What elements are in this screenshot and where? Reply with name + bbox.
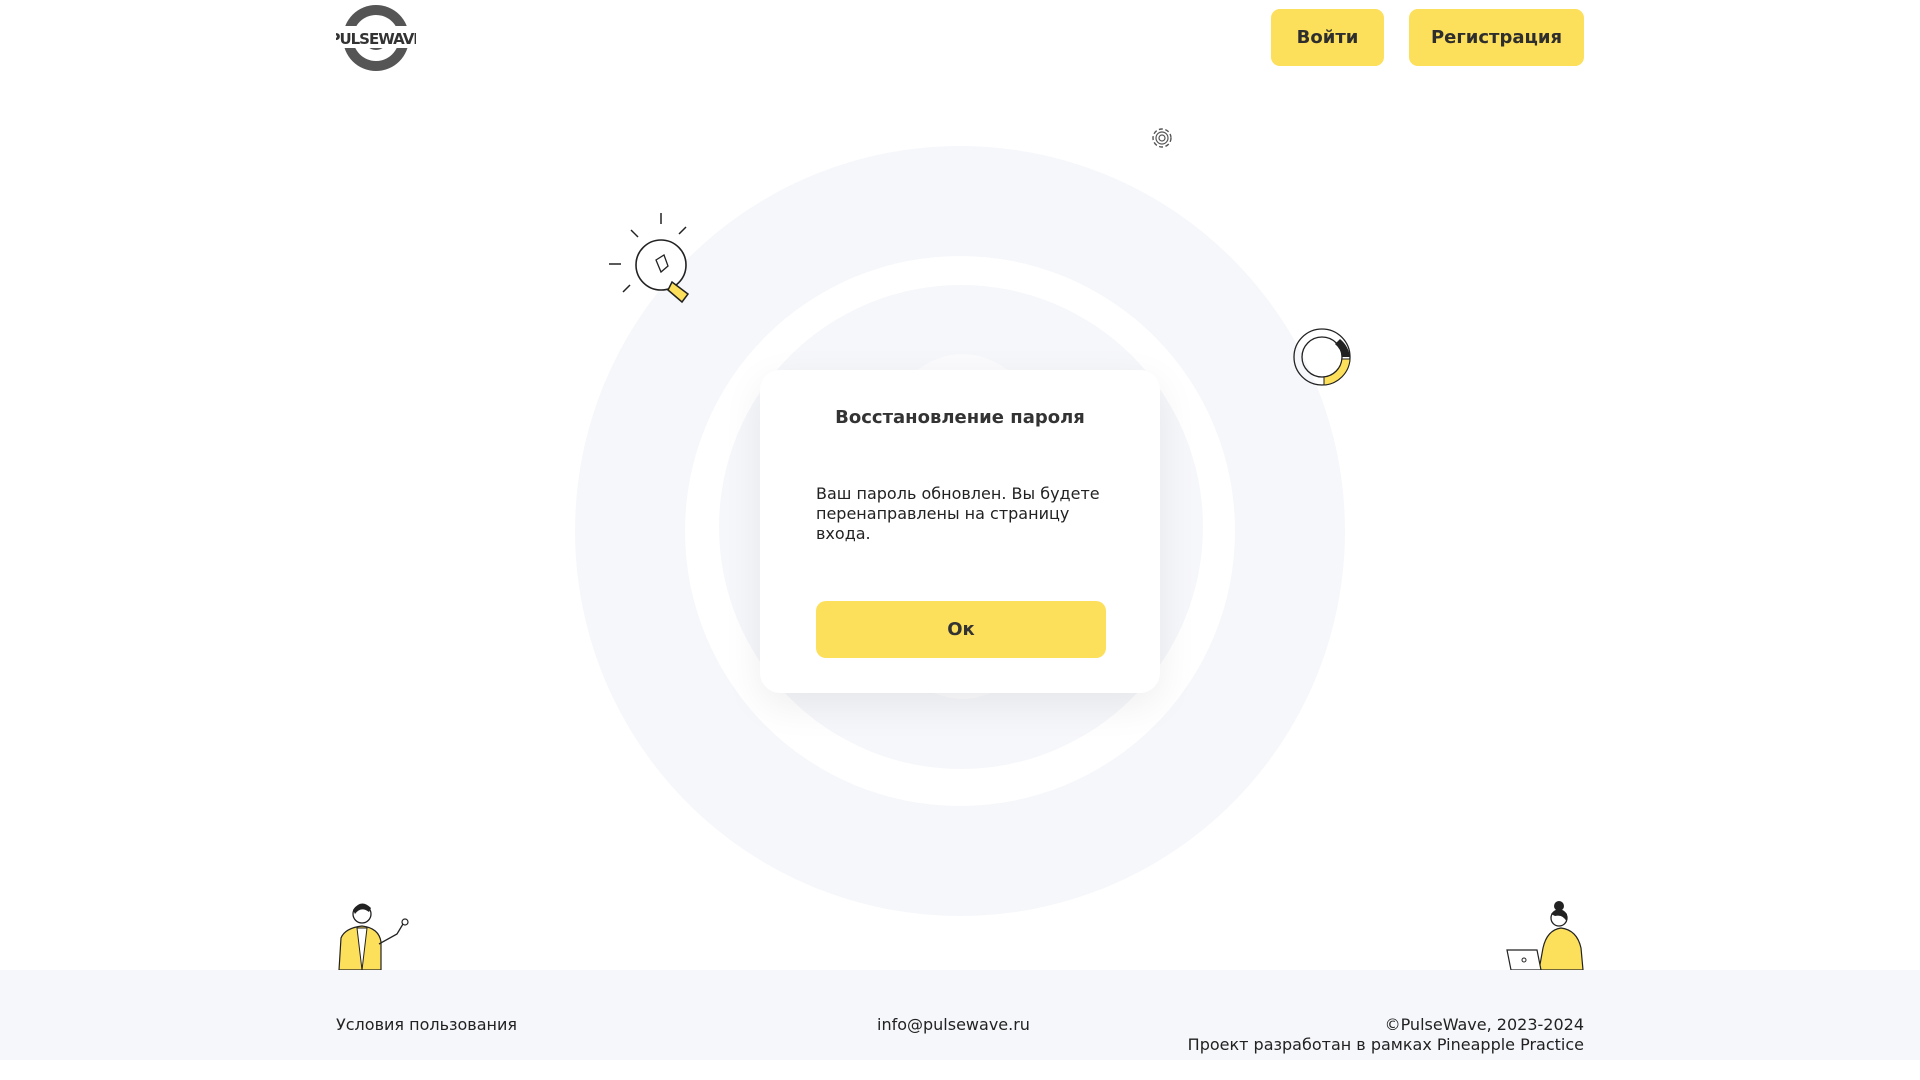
- person-waving-illustration: [338, 903, 409, 970]
- project-note: Проект разработан в рамках Pineapple Pra…: [1187, 1035, 1584, 1054]
- modal-title: Восстановление пароля: [835, 407, 1085, 428]
- gear-icon: [1152, 128, 1172, 148]
- terms-link[interactable]: Условия пользования: [336, 1015, 517, 1034]
- login-button[interactable]: Войти: [1271, 9, 1384, 66]
- lightbulb-icon: [609, 213, 690, 304]
- contact-email-link[interactable]: info@pulsewave.ru: [877, 1015, 1030, 1034]
- footer-credits: ©PulseWave, 2023-2024 Проект разработан …: [1188, 1015, 1584, 1055]
- pulsewave-logo[interactable]: PULSEWAVE: [329, 2, 424, 72]
- woman-laptop-illustration: [1506, 901, 1584, 970]
- password-recovery-modal: Восстановление пароля Ваш пароль обновле…: [760, 370, 1160, 693]
- ok-button[interactable]: Ок: [816, 601, 1106, 658]
- register-button[interactable]: Регистрация: [1409, 9, 1584, 66]
- donut-chart-icon: [1293, 328, 1351, 386]
- logo-text: PULSEWAVE: [336, 30, 416, 48]
- page: PULSEWAVE Войти Регистрация Восстановлен…: [0, 0, 1920, 1080]
- footer: Условия пользования info@pulsewave.ru ©P…: [0, 970, 1920, 1060]
- copyright-text: ©PulseWave, 2023-2024: [1384, 1015, 1584, 1034]
- modal-message: Ваш пароль обновлен. Вы будете перенапра…: [816, 484, 1100, 543]
